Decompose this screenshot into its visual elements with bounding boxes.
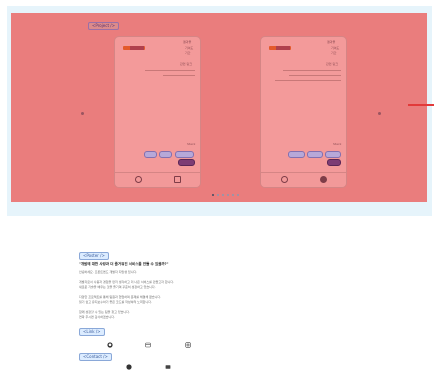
phone-icon[interactable] — [126, 364, 132, 370]
carousel-next-button[interactable] — [376, 110, 382, 116]
next-dot-icon — [377, 111, 381, 115]
card-desc-line — [145, 70, 195, 71]
poster-line: 함께 성장할 수 있는 팀을 찾고 있습니다. — [79, 310, 130, 314]
card-desc-line — [163, 75, 195, 76]
overflow-marker — [408, 104, 434, 106]
stack-tag — [327, 159, 341, 166]
card-meta-label: 결과물 — [327, 40, 336, 44]
card-meta-label: 기여도 — [331, 46, 340, 50]
stack-tag — [288, 151, 305, 158]
card-tab-bar — [261, 172, 346, 187]
stack-tag — [175, 151, 194, 158]
pager-dot[interactable] — [222, 194, 224, 196]
poster-line: 안녕하세요. 프론트엔드 개발자 지망생 입니다. — [79, 270, 138, 274]
home-icon[interactable] — [281, 176, 288, 183]
instagram-icon[interactable] — [185, 342, 191, 348]
card-stack-title: Stack — [333, 142, 342, 146]
project-card[interactable]: 결과물 기여도 기간 관련 링크 Stack — [114, 36, 201, 188]
stack-tag — [159, 151, 172, 158]
link-chip: <Link /> — [79, 328, 105, 336]
highlight-overlay — [11, 13, 427, 202]
project-chip: <Project /> — [88, 22, 120, 30]
pager-dot[interactable] — [217, 194, 219, 196]
project-logo — [123, 46, 145, 50]
blog-icon[interactable] — [145, 342, 151, 348]
poster-line: 새로운 기술을 배우는 것을 즐기며 꾸준히 성장하고 있습니다. — [79, 285, 156, 289]
card-desc-line — [283, 70, 341, 71]
stack-tag — [307, 151, 323, 158]
prev-dot-icon — [80, 111, 84, 115]
card-meta-label: 결과물 — [183, 40, 192, 44]
card-section-title: 관련 링크 — [326, 62, 338, 66]
project-section: <Project /> 결과물 기여도 기간 관련 링크 Stack 결과물 기… — [7, 6, 432, 216]
carousel-prev-button[interactable] — [79, 110, 85, 116]
github-icon[interactable] — [107, 342, 113, 348]
pager-dot[interactable] — [237, 194, 239, 196]
poster-line: 개발자로서 사용자 경험을 먼저 생각하고 더 나은 서비스를 만들고자 합니다… — [79, 280, 175, 284]
stack-tag — [325, 151, 341, 158]
project-logo — [269, 46, 291, 50]
carousel-pager — [212, 194, 239, 196]
stack-tag — [178, 159, 195, 166]
poster-chip: <Poster /> — [79, 252, 109, 260]
card-desc-line — [275, 80, 341, 81]
card-section-title: 관련 링크 — [180, 62, 192, 66]
card-desc-line — [289, 75, 341, 76]
pager-dot[interactable] — [232, 194, 234, 196]
poster-line: 다양한 프로젝트를 통해 팀원과 협업하며 문제를 해결해 왔습니다. — [79, 295, 162, 299]
home-icon[interactable] — [135, 176, 142, 183]
contact-chip: <Contact /> — [79, 353, 112, 361]
pager-dot[interactable] — [212, 194, 214, 196]
card-meta-label: 기여도 — [185, 46, 194, 50]
link-icon[interactable] — [174, 176, 181, 183]
poster-line: 읽기 쉽고 유지보수하기 좋은 코드를 작성하려 노력합니다. — [79, 300, 152, 304]
project-card[interactable]: 결과물 기여도 기간 관련 링크 Stack — [260, 36, 347, 188]
card-meta-label: 기간 — [331, 51, 337, 55]
link-icon[interactable] — [320, 176, 327, 183]
stack-tag — [144, 151, 157, 158]
poster-line: 연락 주시면 감사하겠습니다. — [79, 315, 115, 319]
mail-icon[interactable] — [165, 364, 171, 370]
poster-headline: "개발에 대한 사랑과 더 즐거워진 서비스를 만들 수 있을까?" — [79, 262, 169, 266]
card-meta-label: 기간 — [185, 51, 191, 55]
pager-dot[interactable] — [227, 194, 229, 196]
card-tab-bar — [115, 172, 200, 187]
card-stack-title: Stack — [187, 142, 196, 146]
